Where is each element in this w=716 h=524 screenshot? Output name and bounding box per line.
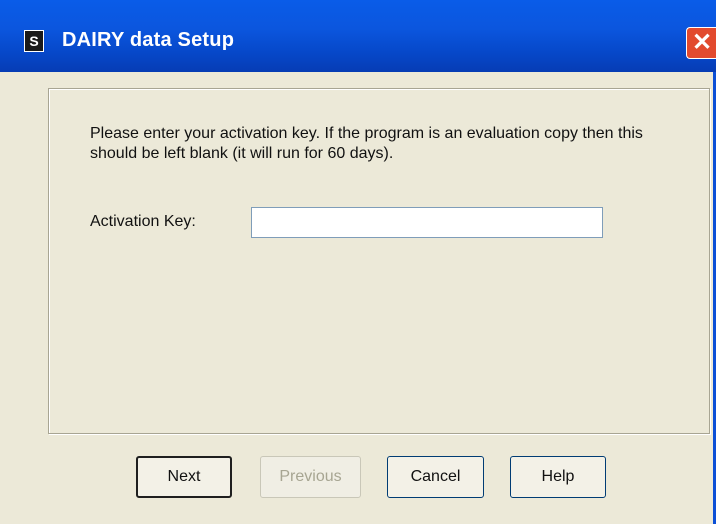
activation-key-input[interactable] bbox=[251, 207, 603, 238]
previous-button: Previous bbox=[260, 456, 361, 498]
cancel-button[interactable]: Cancel bbox=[387, 456, 484, 498]
window-title: DAIRY data Setup bbox=[62, 29, 235, 51]
title-bar[interactable]: S DAIRY data Setup ✕ bbox=[0, 0, 716, 72]
instructions-text: Please enter your activation key. If the… bbox=[90, 125, 643, 162]
help-button[interactable]: Help bbox=[510, 456, 606, 498]
app-icon[interactable]: S bbox=[24, 30, 44, 52]
next-button[interactable]: Next bbox=[136, 456, 232, 498]
activation-key-label: Activation Key: bbox=[90, 213, 196, 230]
close-button[interactable]: ✕ bbox=[686, 27, 716, 59]
